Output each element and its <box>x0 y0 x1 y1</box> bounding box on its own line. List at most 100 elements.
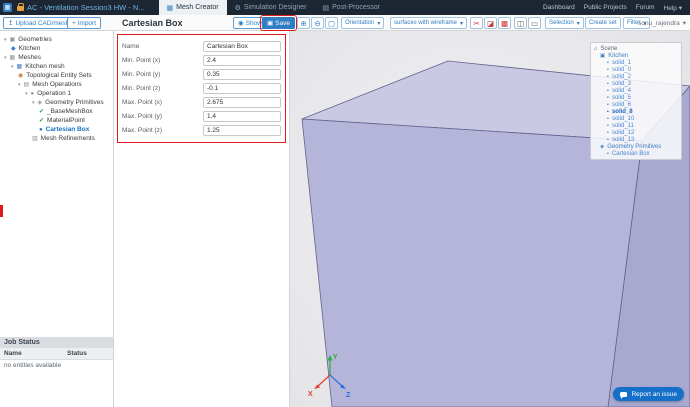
form-row: Min. Point (y) <box>122 67 281 81</box>
tree-item-topological-entity-sets[interactable]: ◉ Topological Entity Sets <box>0 71 113 80</box>
link-public-projects[interactable]: Public Projects <box>584 4 627 11</box>
half-shade-icon: ◪ <box>487 19 494 28</box>
expand-caret-icon[interactable]: ▾ <box>25 91 28 97</box>
scene-item-solid[interactable]: ▪solid_5 <box>591 94 681 101</box>
tree-label: Kitchen mesh <box>25 63 64 70</box>
scene-item-solid[interactable]: ▪solid_12 <box>591 129 681 136</box>
axis-gizmo[interactable]: X Y Z <box>308 349 354 401</box>
project-title[interactable]: AC - Ventilation Session3 HW - N... <box>27 3 145 12</box>
link-dashboard[interactable]: Dashboard <box>543 4 575 11</box>
expand-caret-icon[interactable]: ▾ <box>18 82 21 88</box>
panel-title: Cartesian Box <box>122 18 183 28</box>
scene-item-solid[interactable]: ▪solid_0 <box>591 66 681 73</box>
solid-icon: ▪ <box>607 137 609 143</box>
viewport-3d[interactable]: ⌂ Scene ▣ Kitchen ▪solid_1 ▪solid_0 ▪sol… <box>290 31 690 407</box>
mesh-icon: ▦ <box>17 63 23 70</box>
solid-icon: ▪ <box>607 109 609 115</box>
tab-simulation-designer[interactable]: ⚙ Simulation Designer <box>227 0 315 15</box>
tree-item-kitchen[interactable]: ◆ Kitchen <box>0 44 113 53</box>
min-point-y-field[interactable] <box>203 69 281 80</box>
tree-item-basemeshbox[interactable]: ✔ _BaseMeshBox <box>0 107 113 116</box>
geometry-icon: ▣ <box>10 36 16 43</box>
cutting-plane-button[interactable]: ▩ <box>498 17 511 29</box>
create-set-label: Create set <box>589 20 617 26</box>
scene-item-solid[interactable]: ▪solid_1 <box>591 59 681 66</box>
import-button[interactable]: + Import <box>67 17 101 29</box>
operation-icon: ● <box>31 91 35 97</box>
topbar-links: Dashboard Public Projects Forum Help ▾ <box>543 4 690 12</box>
tab-mesh-creator[interactable]: ▦ Mesh Creator <box>159 0 227 15</box>
user-menu[interactable]: sonu_rajendra ▾ <box>638 19 686 27</box>
max-point-x-field[interactable] <box>203 97 281 108</box>
expand-caret-icon[interactable]: ▾ <box>4 37 7 43</box>
chevron-down-icon: ▾ <box>683 19 686 27</box>
scene-item-solid[interactable]: ▪solid_10 <box>591 115 681 122</box>
tree-item-geometries[interactable]: ▾ ▣ Geometries <box>0 35 113 44</box>
scene-item-solid[interactable]: ▪solid_11 <box>591 122 681 129</box>
max-point-z-field[interactable] <box>203 125 281 136</box>
tree-item-mesh-refinements[interactable]: ▥ Mesh Refinements <box>0 134 113 143</box>
orientation-dropdown[interactable]: Orientation ▾ <box>341 17 384 29</box>
tree-item-mesh-operations[interactable]: ▾ ▤ Mesh Operations <box>0 80 113 89</box>
app-grid-icon[interactable]: ▦ <box>3 3 12 12</box>
eye-icon: ◉ <box>238 19 244 27</box>
tree-item-meshes[interactable]: ▾ ▦ Meshes <box>0 53 113 62</box>
refinements-icon: ▥ <box>32 135 38 142</box>
tree-label: Topological Entity Sets <box>26 72 91 79</box>
expand-caret-icon[interactable]: ▾ <box>32 100 35 106</box>
scene-item-solid-selected[interactable]: ▪solid_8 <box>591 108 681 115</box>
tree-label: Cartesian Box <box>46 126 90 133</box>
field-label: Max. Point (z) <box>122 127 162 134</box>
min-point-x-field[interactable] <box>203 55 281 66</box>
tree-item-kitchen-mesh[interactable]: ▾ ▦ Kitchen mesh <box>0 62 113 71</box>
max-point-y-field[interactable] <box>203 111 281 122</box>
help-label: Help <box>664 5 677 12</box>
tab-post-processor[interactable]: ▤ Post-Processor <box>315 0 388 15</box>
scene-root[interactable]: ⌂ Scene <box>591 45 681 52</box>
scene-item-solid[interactable]: ▪solid_2 <box>591 73 681 80</box>
scene-item-solid[interactable]: ▪solid_6 <box>591 101 681 108</box>
scene-item-solid[interactable]: ▪solid_13 <box>591 136 681 143</box>
scene-item-cartesian-box[interactable]: ▪ Cartesian Box <box>591 150 681 157</box>
tree-item-geometry-primitives[interactable]: ▾ ◈ Geometry Primitives <box>0 98 113 107</box>
tree-item-cartesian-box[interactable]: ● Cartesian Box <box>0 125 113 134</box>
expand-caret-icon[interactable]: ▾ <box>11 64 14 70</box>
zoom-out-button[interactable]: ⊖ <box>311 17 324 29</box>
job-status-empty: no entities available <box>0 360 113 371</box>
tab-label: Mesh Creator <box>176 4 218 11</box>
min-point-z-field[interactable] <box>203 83 281 94</box>
solid-icon: ▪ <box>607 74 609 80</box>
save-icon: ▣ <box>267 19 273 27</box>
tree-item-materialpoint[interactable]: ✔ MaterialPoint <box>0 116 113 125</box>
hide-selection-button[interactable]: ✂ <box>470 17 483 29</box>
column-name: Name <box>4 350 67 357</box>
link-help[interactable]: Help ▾ <box>664 4 682 12</box>
isolate-selection-button[interactable]: ◪ <box>484 17 497 29</box>
tab-label: Post-Processor <box>332 4 380 11</box>
scene-item-solid[interactable]: ▪solid_3 <box>591 80 681 87</box>
scene-item-kitchen[interactable]: ▣ Kitchen <box>591 52 681 59</box>
link-forum[interactable]: Forum <box>636 4 655 11</box>
solid-icon: ◆ <box>11 45 16 52</box>
orientation-label: Orientation <box>345 20 374 26</box>
save-button[interactable]: ▣ Save <box>262 17 295 29</box>
upload-cad-button[interactable]: ↥ Upload CAD/mesh <box>3 17 74 29</box>
render-mode-dropdown[interactable]: surfaces with wireframe ▾ <box>390 17 467 29</box>
solid-icon: ▪ <box>607 67 609 73</box>
job-status-header: Name Status <box>0 348 113 360</box>
zoom-in-button[interactable]: ⊕ <box>297 17 310 29</box>
measure-button[interactable]: ▭ <box>528 17 541 29</box>
project-tree-panel: ▾ ▣ Geometries ◆ Kitchen ▾ ▦ Meshes ▾ ▦ … <box>0 31 114 407</box>
scene-item-solid[interactable]: ▪solid_4 <box>591 87 681 94</box>
create-set-button[interactable]: Create set <box>585 17 621 29</box>
split-view-button[interactable]: ◫ <box>514 17 527 29</box>
zoom-fit-button[interactable]: ▢ <box>325 17 338 29</box>
tree-item-operation-1[interactable]: ▾ ● Operation 1 <box>0 89 113 98</box>
name-field[interactable] <box>203 41 281 52</box>
workbench-tabs: ▦ Mesh Creator ⚙ Simulation Designer ▤ P… <box>159 0 388 15</box>
mesh-icon: ▦ <box>10 54 16 61</box>
selection-dropdown[interactable]: Selection ▾ <box>545 17 584 29</box>
report-issue-button[interactable]: Report an issue <box>613 387 684 401</box>
expand-caret-icon[interactable]: ▾ <box>4 55 7 61</box>
scene-item-geometry-primitives[interactable]: ◈ Geometry Primitives <box>591 143 681 150</box>
